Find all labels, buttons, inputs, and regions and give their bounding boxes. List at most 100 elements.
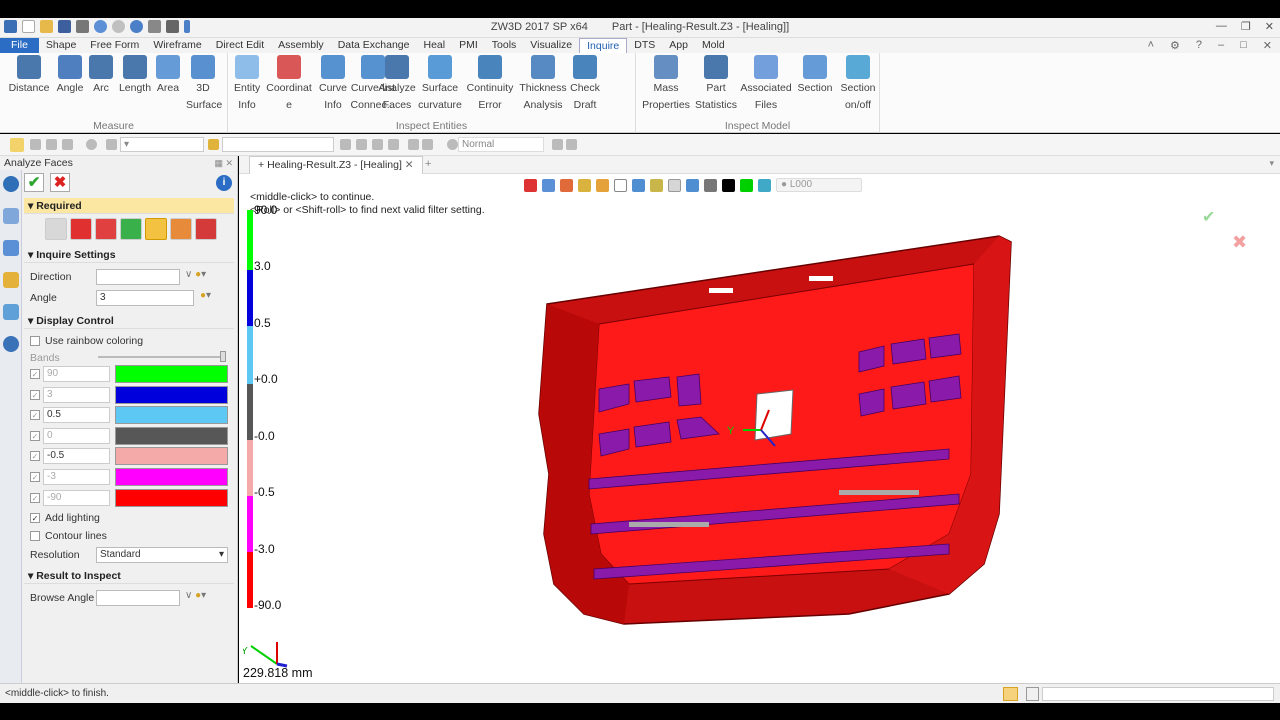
mass-button[interactable]: Mass Properties [642, 55, 690, 114]
surface-curvature-button[interactable]: Surface curvature [418, 55, 462, 114]
menu-pmi[interactable]: PMI [452, 38, 485, 53]
resolution-select[interactable]: Standard ▾ [96, 547, 228, 563]
distance-button[interactable]: Distance [8, 55, 50, 97]
doc-close-icon[interactable]: ✕ [1263, 39, 1272, 52]
image-icon[interactable] [3, 304, 19, 320]
band-color-swatch[interactable] [115, 426, 228, 445]
filter-face-multi-icon[interactable] [195, 218, 217, 240]
snap-icon[interactable] [30, 139, 41, 150]
inquire-manager-icon[interactable] [3, 176, 19, 192]
wire-box-icon[interactable] [614, 178, 627, 192]
menu-tools[interactable]: Tools [485, 38, 524, 53]
minimize-icon[interactable]: — [1216, 20, 1227, 33]
menu-mold[interactable]: Mold [695, 38, 732, 53]
style-copy-icon[interactable] [566, 139, 577, 150]
resource-icon[interactable] [3, 272, 19, 288]
doc-minimize-icon[interactable]: – [1218, 39, 1224, 52]
band-color-swatch[interactable] [115, 447, 228, 466]
part-stats-button[interactable]: Part Statistics [692, 55, 740, 114]
band-color-swatch[interactable] [115, 468, 228, 486]
help-icon[interactable]: ? [1196, 39, 1202, 52]
section-inquire-settings[interactable]: ▾ Inquire Settings [24, 247, 234, 263]
style-combo[interactable]: Normal [458, 137, 544, 152]
select-mode-icon[interactable] [208, 139, 219, 150]
cancel-button[interactable]: ✖ [50, 173, 70, 192]
curve-info-button[interactable]: Curve Info [316, 55, 350, 114]
line-color-icon[interactable] [372, 139, 383, 150]
section-required[interactable]: ▾ Required [24, 198, 234, 214]
menu-app[interactable]: App [662, 38, 695, 53]
analyze-faces-button[interactable]: Analyze Faces [378, 55, 416, 114]
ribbon-collapse-icon[interactable]: ˄ [1148, 39, 1154, 52]
menu-free-form[interactable]: Free Form [83, 38, 146, 53]
restore-icon[interactable]: ❐ [1241, 20, 1251, 33]
hatch-icon[interactable] [422, 139, 433, 150]
tab-menu-icon[interactable]: ▾ [1269, 158, 1274, 169]
band-checkbox[interactable]: ✓ [30, 369, 40, 379]
filter-face-green-icon[interactable] [95, 218, 117, 240]
view-orient-icon[interactable] [542, 178, 555, 192]
filter-face-red-icon[interactable] [70, 218, 92, 240]
grid-icon[interactable] [62, 139, 73, 150]
filter-icon[interactable] [106, 139, 117, 150]
exit-view-icon[interactable] [524, 178, 537, 192]
menu-dts[interactable]: DTS [627, 38, 662, 53]
bands-slider-thumb[interactable] [220, 351, 226, 362]
pick-filter-icon[interactable] [10, 138, 24, 152]
line-style-icon[interactable] [46, 139, 57, 150]
filter-face-shape-icon[interactable] [120, 218, 142, 240]
band-value-field[interactable]: -90 [43, 489, 110, 506]
menu-assembly[interactable]: Assembly [271, 38, 331, 53]
browse-angle-field[interactable] [96, 590, 180, 606]
layer-combo[interactable]: ● L000 [776, 178, 862, 192]
band-color-swatch[interactable] [115, 385, 228, 404]
menu-wireframe[interactable]: Wireframe [146, 38, 208, 53]
dim-style-icon[interactable] [408, 139, 419, 150]
user-icon[interactable] [3, 336, 19, 352]
text-style-icon[interactable] [388, 139, 399, 150]
filter-face-yellow-icon[interactable] [145, 218, 167, 240]
angle-field[interactable]: 3 [96, 290, 194, 306]
shaded-icon[interactable] [578, 178, 591, 192]
section-button[interactable]: Section [796, 55, 834, 97]
direction-pick-icon[interactable]: ∨ ●▾ [185, 269, 206, 280]
area-button[interactable]: Area [155, 55, 181, 97]
browse-angle-pick-icon[interactable]: ∨ ●▾ [185, 590, 206, 601]
surface-3d-button[interactable]: 3D Surface [186, 55, 222, 114]
contour-checkbox[interactable] [30, 531, 40, 541]
menu-visualize[interactable]: Visualize [523, 38, 579, 53]
assoc-files-button[interactable]: Associated Files [740, 55, 792, 114]
options-icon[interactable]: ⚙ [1170, 39, 1180, 52]
menu-shape[interactable]: Shape [39, 38, 83, 53]
cancel-x-icon[interactable]: ✖ [1232, 232, 1247, 253]
section-result-to-inspect[interactable]: ▾ Result to Inspect [24, 568, 234, 584]
band-checkbox[interactable]: ✓ [30, 472, 40, 482]
section-onoff-button[interactable]: Section on/off [840, 55, 876, 114]
thickness-button[interactable]: Thickness Analysis [518, 55, 568, 114]
check-draft-button[interactable]: Check Draft [570, 55, 600, 114]
graphics-viewport[interactable]: + Healing-Result.Z3 - [Healing] ✕ + ▾ ● … [239, 156, 1280, 683]
coordinate-button[interactable]: Coordinat e [266, 55, 312, 114]
band-value-field[interactable]: -0.5 [43, 448, 110, 465]
iso-view-icon[interactable] [632, 178, 645, 192]
status-mode-icon[interactable] [1003, 687, 1018, 701]
history-tree-icon[interactable] [3, 208, 19, 224]
filter-combo[interactable]: ▾ [120, 137, 204, 152]
line-weight-icon[interactable] [340, 139, 351, 150]
status-list-icon[interactable] [1026, 687, 1039, 701]
display-mode-icon[interactable] [704, 178, 717, 192]
new-tab-icon[interactable]: + [425, 158, 431, 170]
entity-info-button[interactable]: Entity Info [234, 55, 260, 114]
band-value-field[interactable]: 3 [43, 386, 110, 403]
filter-face-orange-icon[interactable] [170, 218, 192, 240]
band-checkbox[interactable]: ✓ [30, 492, 40, 503]
band-color-swatch[interactable] [115, 365, 228, 383]
filter-all-faces-icon[interactable] [45, 218, 67, 240]
assembly-tree-icon[interactable] [3, 240, 19, 256]
fit-icon[interactable] [668, 178, 681, 192]
section-display-control[interactable]: ▾ Display Control [24, 313, 234, 329]
select-combo[interactable] [222, 137, 334, 152]
band-checkbox[interactable]: ✓ [30, 410, 40, 421]
section-view-icon[interactable] [686, 178, 699, 192]
bands-slider[interactable] [98, 356, 226, 358]
